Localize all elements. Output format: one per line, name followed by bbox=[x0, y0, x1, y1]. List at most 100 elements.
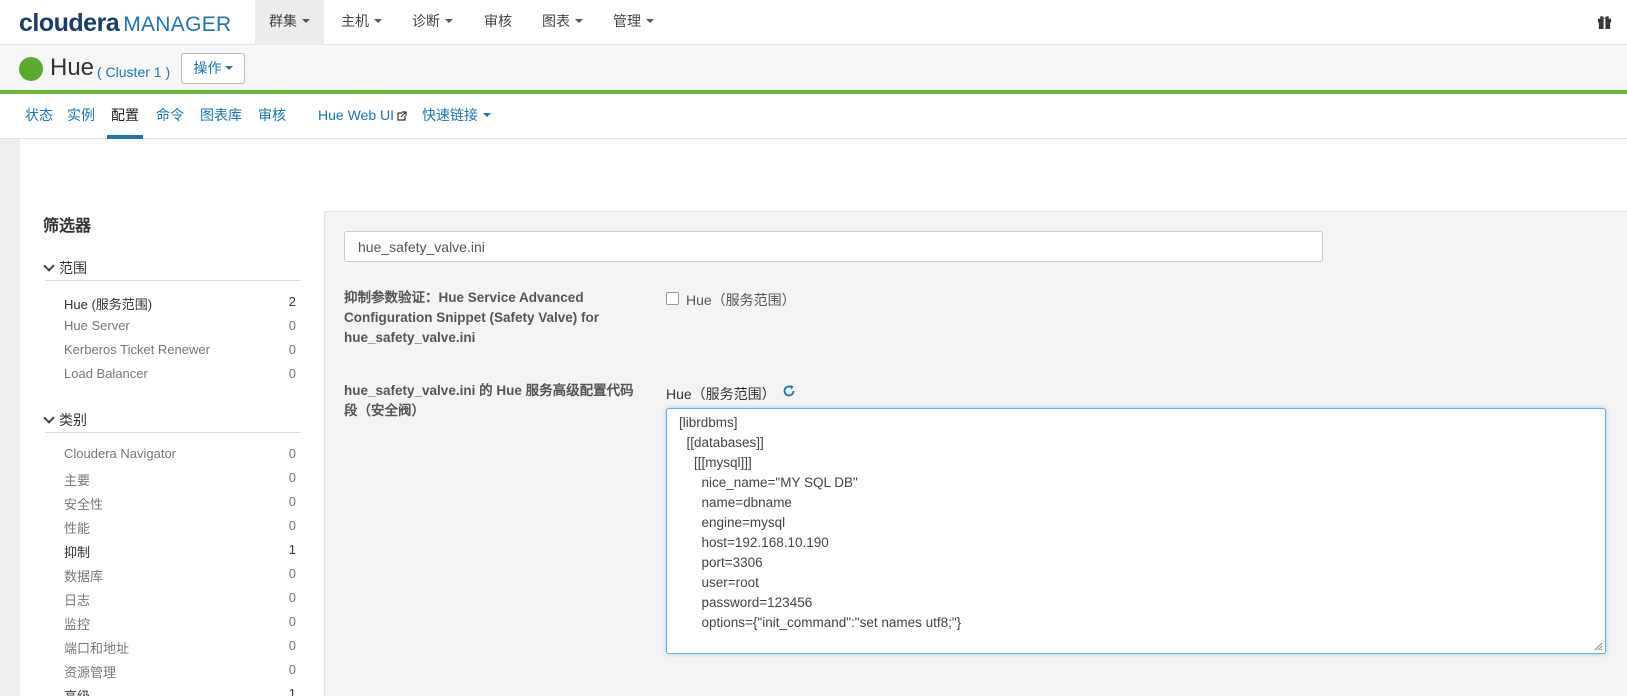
nav-audit-label: 审核 bbox=[484, 13, 512, 29]
resize-handle-icon[interactable] bbox=[1593, 641, 1603, 651]
filter-label: 端口和地址 bbox=[64, 641, 130, 656]
tab-instances[interactable]: 实例 bbox=[67, 98, 95, 139]
nav-cluster[interactable]: 群集 bbox=[255, 0, 324, 45]
external-link-icon bbox=[397, 111, 407, 121]
filter-category-item[interactable]: Cloudera Navigator 0 bbox=[64, 446, 296, 466]
left-gutter bbox=[0, 139, 20, 696]
tab-quick-links-label: 快速链接 bbox=[422, 107, 478, 123]
snippet-scope-label: Hue（服务范围） bbox=[666, 386, 776, 402]
filter-category-item[interactable]: 安全性 0 bbox=[64, 494, 296, 514]
filter-label: Load Balancer bbox=[64, 366, 148, 381]
code-line: [[databases]] bbox=[679, 435, 764, 450]
filter-count: 0 bbox=[288, 342, 296, 357]
refresh-icon[interactable] bbox=[782, 384, 796, 398]
code-line: user=root bbox=[679, 575, 759, 590]
logo-product: MANAGER bbox=[123, 13, 232, 36]
filter-group-scope[interactable]: 范围 bbox=[43, 258, 301, 281]
filter-category-item[interactable]: 监控 0 bbox=[64, 614, 296, 634]
filter-count: 0 bbox=[288, 662, 296, 677]
tab-chart-library[interactable]: 图表库 bbox=[200, 98, 242, 139]
filter-category-item[interactable]: 资源管理 0 bbox=[64, 662, 296, 682]
filter-count: 1 bbox=[288, 686, 296, 696]
safety-valve-textarea[interactable]: [librdbms] [[databases]] [[[mysql]]] nic… bbox=[666, 408, 1606, 654]
filter-label: 资源管理 bbox=[64, 665, 117, 680]
tab-commands[interactable]: 命令 bbox=[156, 98, 184, 139]
filter-label: 性能 bbox=[64, 521, 91, 536]
service-name[interactable]: Hue bbox=[50, 54, 94, 82]
filter-category-item[interactable]: 主要 0 bbox=[64, 470, 296, 490]
filter-category-item[interactable]: 抑制 1 bbox=[64, 542, 296, 562]
tab-audit[interactable]: 审核 bbox=[258, 98, 286, 139]
filters-title: 筛选器 bbox=[43, 218, 92, 235]
filter-category-item[interactable]: 端口和地址 0 bbox=[64, 638, 296, 658]
chevron-down-icon bbox=[374, 19, 382, 24]
nav-charts[interactable]: 图表 bbox=[528, 0, 597, 45]
config-search-input[interactable] bbox=[344, 231, 1323, 262]
chevron-down-icon bbox=[224, 66, 233, 71]
tab-hue-web-ui[interactable]: Hue Web UI bbox=[318, 98, 407, 139]
nav-hosts[interactable]: 主机 bbox=[327, 0, 396, 45]
nav-admin[interactable]: 管理 bbox=[599, 0, 668, 45]
nav-admin-label: 管理 bbox=[613, 13, 641, 29]
filter-scope-item[interactable]: Kerberos Ticket Renewer 0 bbox=[64, 342, 296, 362]
filter-label: Hue Server bbox=[64, 318, 130, 333]
tab-quick-links[interactable]: 快速链接 bbox=[422, 98, 491, 139]
code-line: [librdbms] bbox=[679, 415, 738, 430]
filter-count: 2 bbox=[288, 294, 296, 309]
tab-configuration[interactable]: 配置 bbox=[107, 98, 143, 139]
code-line: port=3306 bbox=[679, 555, 763, 570]
filter-count: 0 bbox=[288, 470, 296, 485]
nav-cluster-label: 群集 bbox=[269, 13, 297, 29]
filter-label: Kerberos Ticket Renewer bbox=[64, 342, 210, 357]
label-line: hue_safety_valve.ini 的 Hue 服务高级配置代码 bbox=[344, 383, 634, 398]
filter-scope-item[interactable]: Hue (服务范围) 2 bbox=[64, 294, 296, 314]
filter-group-scope-label: 范围 bbox=[59, 260, 87, 276]
nav-audit[interactable]: 审核 bbox=[470, 0, 526, 45]
chevron-down-icon bbox=[302, 19, 310, 24]
code-line: name=dbname bbox=[679, 495, 792, 510]
logo-brand: cloudera bbox=[19, 9, 120, 37]
filter-count: 0 bbox=[288, 590, 296, 605]
gift-icon[interactable] bbox=[1597, 14, 1612, 29]
code-line: host=192.168.10.190 bbox=[679, 535, 829, 550]
nav-diagnostics[interactable]: 诊断 bbox=[398, 0, 467, 45]
filter-category-item[interactable]: 性能 0 bbox=[64, 518, 296, 538]
code-line: engine=mysql bbox=[679, 515, 786, 530]
cloudera-manager-logo[interactable]: cloudera MANAGER bbox=[19, 9, 231, 37]
chevron-down-icon bbox=[646, 19, 654, 24]
filter-category-item[interactable]: 数据库 0 bbox=[64, 566, 296, 586]
chevron-down-icon bbox=[43, 412, 55, 424]
filter-category-item[interactable]: 日志 0 bbox=[64, 590, 296, 610]
suppress-checkbox[interactable] bbox=[666, 292, 679, 305]
service-header: Hue ( Cluster 1 ) 操作 bbox=[0, 45, 1627, 94]
label-line: 段（安全阀） bbox=[344, 403, 425, 418]
service-cluster-link[interactable]: ( Cluster 1 ) bbox=[97, 64, 170, 80]
filter-count: 1 bbox=[288, 542, 296, 557]
filter-group-category[interactable]: 类别 bbox=[43, 410, 301, 433]
suppress-checkbox-label[interactable]: Hue（服务范围） bbox=[686, 290, 796, 310]
filter-scope-item[interactable]: Hue Server 0 bbox=[64, 318, 296, 338]
chevron-down-icon bbox=[43, 260, 55, 272]
filter-count: 0 bbox=[288, 638, 296, 653]
actions-button[interactable]: 操作 bbox=[181, 53, 245, 84]
code-line: options={"init_command":"set names utf8;… bbox=[679, 615, 962, 630]
label-line: 抑制参数验证：Hue Service Advanced bbox=[344, 290, 584, 305]
top-navbar: cloudera MANAGER 群集 主机 诊断 审核 图表 管理 bbox=[0, 0, 1627, 45]
code-line: [[[mysql]]] bbox=[679, 455, 752, 470]
filter-label: Cloudera Navigator bbox=[64, 446, 177, 461]
filter-scope-item[interactable]: Load Balancer 0 bbox=[64, 366, 296, 386]
actions-button-label: 操作 bbox=[193, 60, 222, 76]
filter-label: 抑制 bbox=[64, 545, 91, 560]
filter-label: 安全性 bbox=[64, 497, 104, 512]
filter-label: 主要 bbox=[64, 473, 91, 488]
code-line: nice_name="MY SQL DB" bbox=[679, 475, 858, 490]
chevron-down-icon bbox=[445, 19, 453, 24]
filter-label: 数据库 bbox=[64, 569, 104, 584]
snippet-property-label: hue_safety_valve.ini 的 Hue 服务高级配置代码 段（安全… bbox=[344, 381, 634, 421]
tab-status[interactable]: 状态 bbox=[25, 98, 53, 139]
filter-count: 0 bbox=[288, 318, 296, 333]
filter-label: 高级 bbox=[64, 689, 90, 696]
filter-category-item[interactable]: 高级 1 bbox=[64, 686, 296, 696]
filter-count: 0 bbox=[288, 494, 296, 509]
suppress-property-label: 抑制参数验证：Hue Service Advanced Configuratio… bbox=[344, 288, 599, 348]
